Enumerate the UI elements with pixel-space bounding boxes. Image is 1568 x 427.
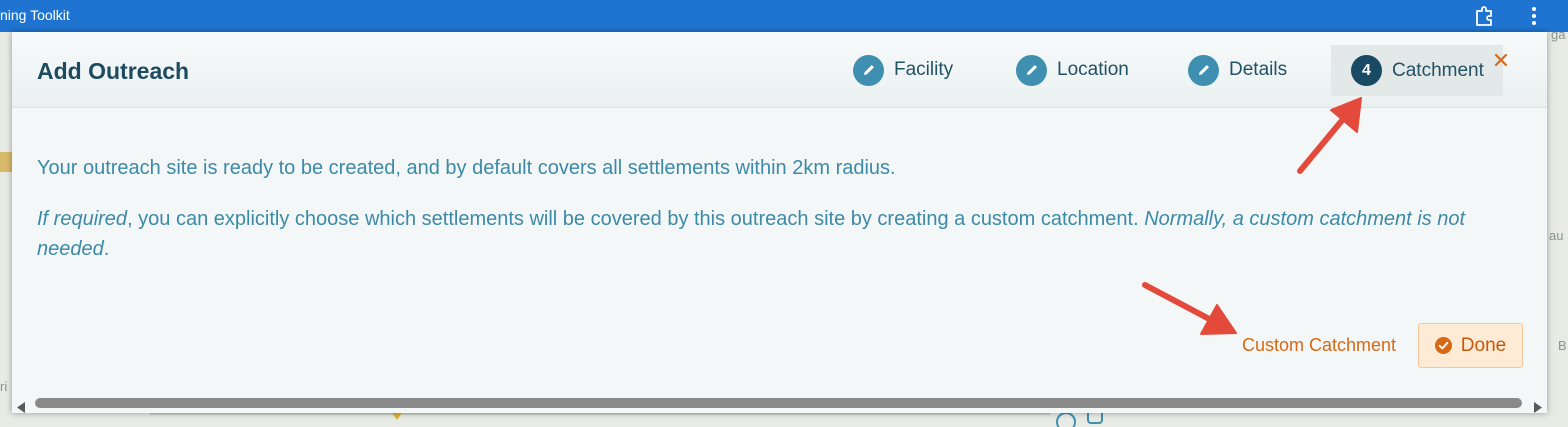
add-outreach-dialog: Add Outreach Facility Location Details 4… (12, 32, 1547, 413)
step-label: Facility (894, 59, 954, 80)
dialog-header: Add Outreach Facility Location Details 4… (12, 32, 1547, 108)
body-text: , you can explicitly choose which settle… (127, 208, 1145, 230)
step-label: Location (1057, 59, 1129, 80)
step-location[interactable]: Location (1016, 32, 1129, 108)
map-road (0, 152, 12, 172)
pencil-icon (1188, 54, 1219, 86)
scroll-right-arrow-icon[interactable] (1533, 398, 1543, 413)
step-number-badge: 4 (1351, 55, 1382, 86)
check-circle-icon (1434, 337, 1452, 354)
scrollbar-thumb[interactable] (35, 398, 1522, 408)
close-icon[interactable] (1493, 52, 1509, 68)
map-label: ri (0, 379, 8, 394)
step-details[interactable]: Details (1188, 32, 1287, 108)
app-title: ning Toolkit (0, 7, 70, 23)
step-facility[interactable]: Facility (853, 32, 953, 108)
kebab-menu-icon[interactable] (1524, 6, 1544, 26)
body-text: . (103, 238, 110, 260)
done-button[interactable]: Done (1418, 323, 1523, 368)
map-label: ga (1551, 32, 1566, 42)
emphasis-text: If required (37, 208, 128, 230)
pencil-icon (853, 54, 884, 86)
pencil-icon (1016, 54, 1047, 86)
map-label: au (1549, 228, 1564, 243)
scroll-left-arrow-icon[interactable] (16, 398, 26, 413)
extension-icon[interactable] (1474, 6, 1496, 26)
done-label: Done (1460, 334, 1507, 356)
horizontal-scrollbar[interactable] (12, 394, 1547, 413)
default-catchment-text: Your outreach site is ready to be create… (37, 157, 896, 179)
step-label: Details (1229, 59, 1288, 80)
custom-catchment-button[interactable]: Custom Catchment (1242, 335, 1396, 356)
dialog-title: Add Outreach (37, 58, 190, 84)
map-label: B (1558, 338, 1567, 353)
step-label: Catchment (1392, 59, 1484, 81)
custom-catchment-text: If required, you can explicitly choose w… (37, 204, 1527, 264)
browser-titlebar: ning Toolkit (0, 0, 1568, 32)
step-catchment[interactable]: 4 Catchment (1331, 45, 1503, 96)
